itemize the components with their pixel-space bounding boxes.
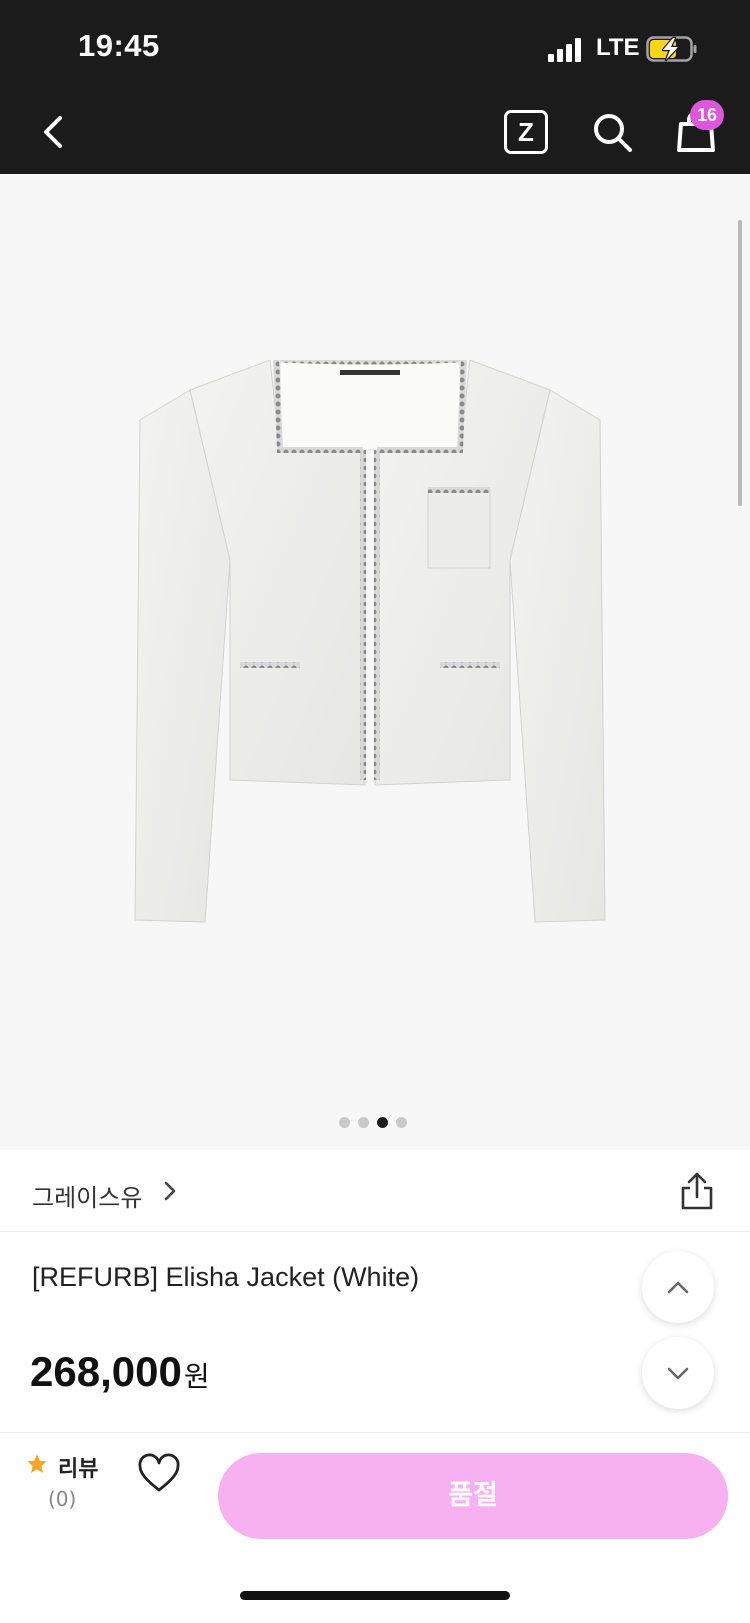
back-button[interactable] <box>30 108 78 156</box>
gallery-pagination <box>339 1117 407 1129</box>
battery-charging-icon <box>646 36 697 62</box>
brand-row: 그레이스유 <box>0 1150 750 1232</box>
cart-count-badge: 16 <box>690 100 724 130</box>
pagination-dot[interactable] <box>396 1117 407 1128</box>
review-label: 리뷰 <box>58 1457 99 1482</box>
product-image[interactable] <box>130 360 610 960</box>
sold-out-button[interactable]: 품절 <box>218 1453 728 1539</box>
share-icon[interactable] <box>676 1170 718 1212</box>
signal-icon <box>548 38 584 62</box>
price-currency: 원 <box>183 1360 210 1393</box>
pagination-dot[interactable] <box>358 1117 369 1128</box>
review-count: (0) <box>48 1487 77 1511</box>
product-title: [REFURB] Elisha Jacket (White) <box>32 1262 420 1292</box>
top-bar: 19:45 LTE Z 16 <box>0 0 750 174</box>
search-icon[interactable] <box>588 108 636 156</box>
pagination-dot[interactable] <box>339 1117 350 1128</box>
chevron-up-icon <box>667 1281 689 1294</box>
price-value: 268,000 <box>30 1348 182 1395</box>
scroll-down-button[interactable] <box>642 1337 714 1409</box>
scroll-up-button[interactable] <box>642 1251 714 1323</box>
chevron-right-icon[interactable] <box>158 1177 182 1205</box>
network-label: LTE <box>596 34 640 61</box>
star-icon <box>27 1454 47 1473</box>
home-indicator <box>240 1591 510 1600</box>
heart-icon[interactable] <box>136 1451 182 1497</box>
brand-link[interactable]: 그레이스유 <box>32 1178 142 1213</box>
scroll-indicator <box>738 220 742 506</box>
status-time: 19:45 <box>78 28 160 63</box>
chevron-down-icon <box>667 1367 689 1380</box>
product-price: 268,000원 <box>30 1348 210 1396</box>
z-button[interactable]: Z <box>504 110 548 154</box>
pagination-dot-active[interactable] <box>377 1117 388 1128</box>
